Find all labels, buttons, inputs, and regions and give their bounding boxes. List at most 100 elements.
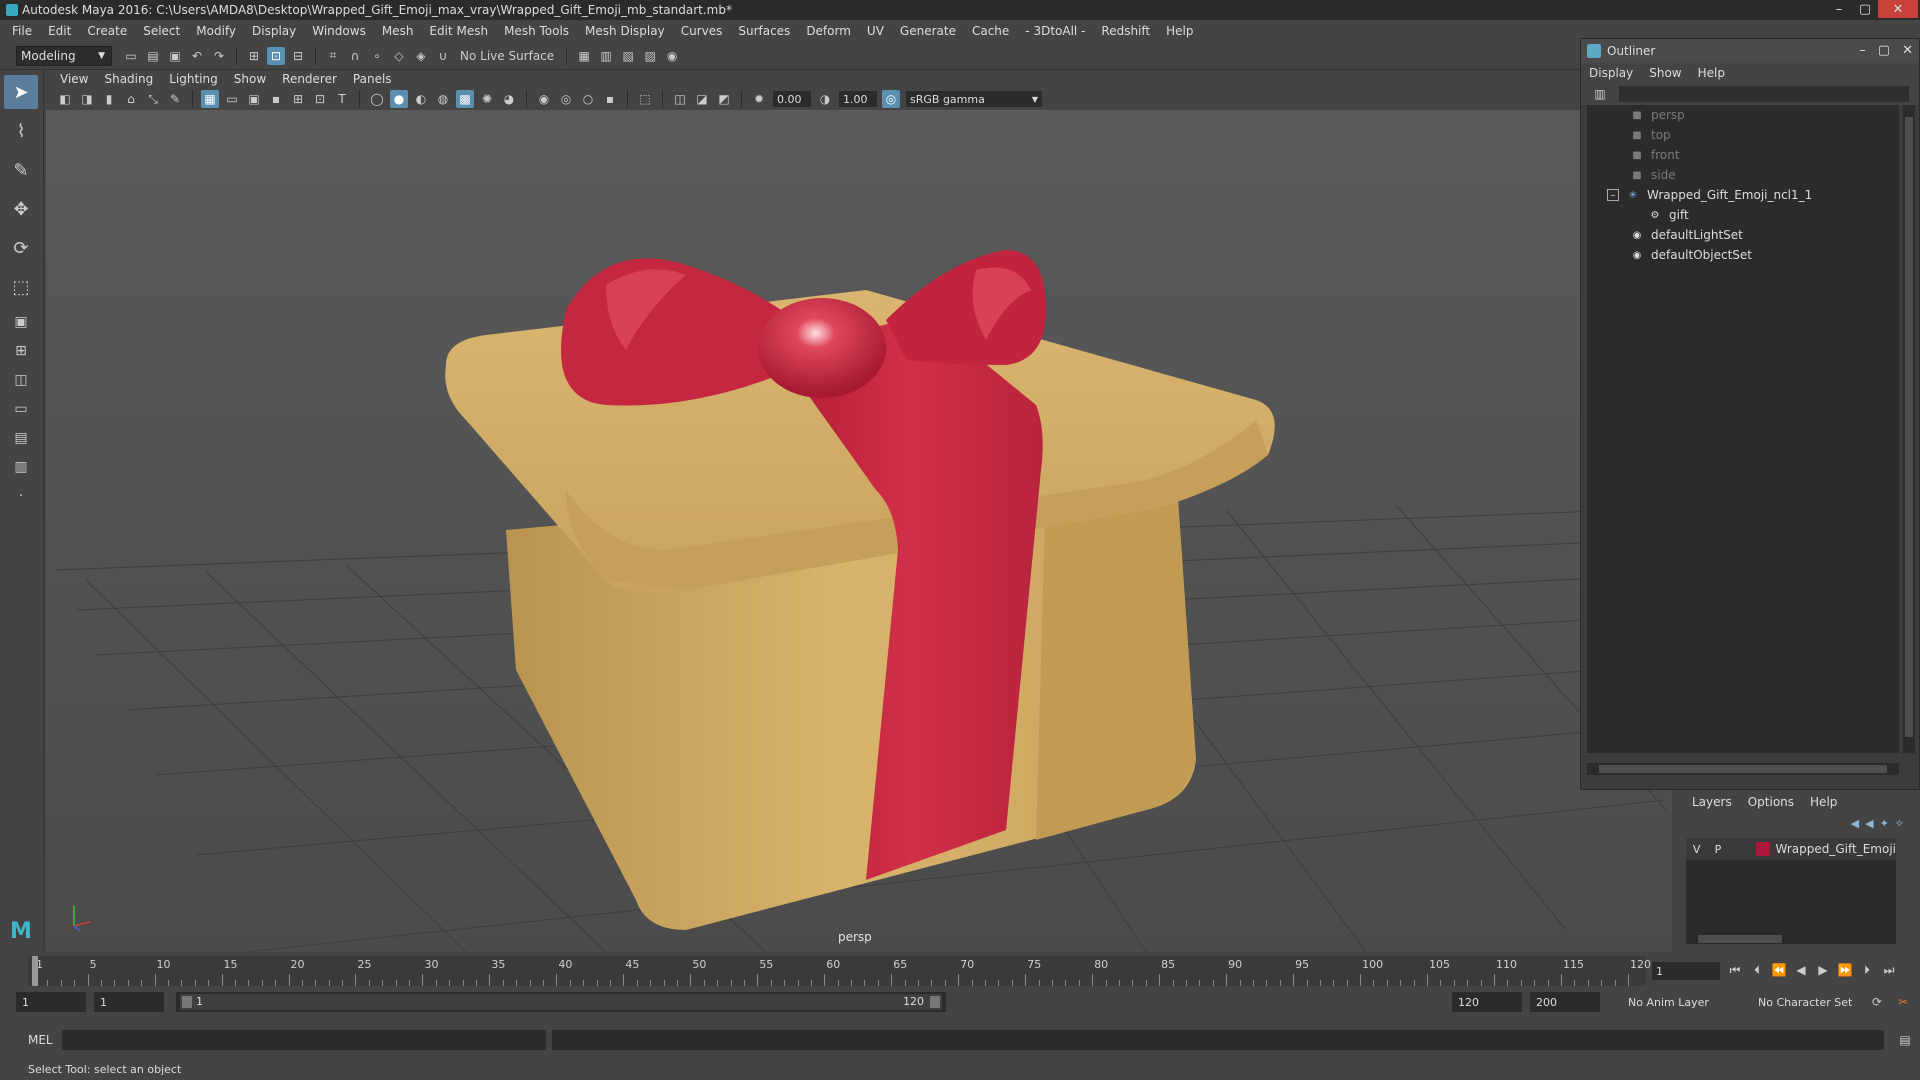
smooth-shade-icon[interactable]: ● [390,90,408,108]
panel-menu-renderer[interactable]: Renderer [274,72,345,86]
select-tool-icon[interactable]: ➤ [4,75,38,109]
xray-joints-icon[interactable]: ◪ [693,90,711,108]
layer-menu-options[interactable]: Options [1748,795,1794,809]
menu-surfaces[interactable]: Surfaces [730,24,798,38]
undo-icon[interactable]: ↶ [188,47,206,65]
playback-start-field[interactable]: 1 [94,992,164,1012]
camera-attributes-icon[interactable]: ◨ [78,90,96,108]
panel-menu-shading[interactable]: Shading [96,72,161,86]
persp-outliner-layout-icon[interactable]: ◫ [4,367,38,393]
snap-curve-icon[interactable]: ∩ [346,47,364,65]
wireframe-on-shaded-icon[interactable]: ◍ [434,90,452,108]
anim-layer-dropdown[interactable]: No Anim Layer [1622,992,1740,1012]
menu-modify[interactable]: Modify [188,24,244,38]
step-forward-frame-icon[interactable]: ⏵ [1858,960,1876,980]
save-scene-icon[interactable]: ▣ [166,47,184,65]
wireframe-icon[interactable]: ◯ [368,90,386,108]
menu-file[interactable]: File [4,24,40,38]
gate-mask-icon[interactable]: ▪ [267,90,285,108]
time-ruler[interactable]: 1 5 10 15 20 25 30 35 40 45 50 55 60 65 70 75 80 85 90 95 10… [28,956,1651,986]
render-settings-icon[interactable]: ▦ [575,47,593,65]
step-back-key-icon[interactable]: ⏪ [1770,960,1788,980]
outliner-list[interactable]: ■ persp ■ top ■ front ■ side – ✳ Wrapped_Gift_… [1587,105,1899,753]
scrollbar-thumb[interactable] [1698,935,1782,943]
snap-view-icon[interactable]: ◇ [390,47,408,65]
outliner-minimize-button[interactable]: – [1859,43,1866,58]
menu-generate[interactable]: Generate [892,24,964,38]
outliner-vertical-scrollbar[interactable] [1903,105,1915,753]
step-forward-key-icon[interactable]: ⏩ [1836,960,1854,980]
shadows-icon[interactable]: ◕ [500,90,518,108]
outliner-menu-help[interactable]: Help [1698,66,1725,80]
menu-help[interactable]: Help [1158,24,1201,38]
layer-playback-toggle[interactable]: P [1707,843,1728,856]
outliner-menu-show[interactable]: Show [1649,66,1681,80]
render-view-icon[interactable]: ▨ [641,47,659,65]
move-layer-up-icon[interactable]: ◀ [1851,817,1859,830]
two-d-pan-icon[interactable]: ⤡ [144,90,162,108]
grease-pencil-icon[interactable]: ✎ [166,90,184,108]
list-item[interactable]: ◉ defaultObjectSet [1587,245,1899,265]
color-management-icon[interactable]: ◎ [882,90,900,108]
menu-create[interactable]: Create [79,24,135,38]
use-all-lights-icon[interactable]: ✺ [478,90,496,108]
exposure-field[interactable]: 0.00 [773,91,811,107]
outliner-search-input[interactable] [1619,86,1909,102]
list-item[interactable]: ■ top [1587,125,1899,145]
list-item[interactable]: ◉ defaultLightSet [1587,225,1899,245]
menu-uv[interactable]: UV [859,24,892,38]
panel-menu-show[interactable]: Show [226,72,274,86]
menu-mesh-display[interactable]: Mesh Display [577,24,673,38]
camera-select-icon[interactable]: ◧ [56,90,74,108]
snap-grid-icon[interactable]: ⌗ [324,47,342,65]
gamma-icon[interactable]: ◑ [816,90,834,108]
playback-end-field[interactable]: 120 [1452,992,1522,1012]
collapse-toolbox-icon[interactable]: · [4,483,38,509]
layer-row[interactable]: V P Wrapped_Gift_Emoji [1686,838,1896,860]
hypershade-icon[interactable]: ◉ [663,47,681,65]
default-material-icon[interactable]: ◐ [412,90,430,108]
go-to-start-icon[interactable]: ⏮ [1726,960,1744,980]
exposure-icon[interactable]: ✹ [750,90,768,108]
menu-set-dropdown[interactable]: Modeling ▼ [16,45,112,66]
resolution-gate-icon[interactable]: ▣ [245,90,263,108]
viewport-scene[interactable] [46,110,1672,952]
menu-mesh[interactable]: Mesh [374,24,422,38]
step-back-frame-icon[interactable]: ⏴ [1748,960,1766,980]
current-time-indicator[interactable] [32,956,38,986]
outliner-menu-display[interactable]: Display [1589,66,1633,80]
play-backwards-icon[interactable]: ◀ [1792,960,1810,980]
snap-surface-icon[interactable]: ◈ [412,47,430,65]
menu-curves[interactable]: Curves [673,24,731,38]
script-language-label[interactable]: MEL [28,1033,53,1047]
select-component-icon[interactable]: ⊟ [289,47,307,65]
field-chart-icon[interactable]: ⊞ [289,90,307,108]
list-item[interactable]: ■ front [1587,145,1899,165]
maximize-button[interactable]: ▢ [1852,0,1878,18]
four-view-layout-icon[interactable]: ⊞ [4,338,38,364]
outliner-title-bar[interactable]: Outliner – ▢ ✕ [1581,39,1919,63]
new-layer-selected-icon[interactable]: ✧ [1895,817,1904,830]
move-layer-down-icon[interactable]: ◀ [1865,817,1873,830]
outliner-maximize-button[interactable]: ▢ [1878,43,1890,58]
layer-visibility-toggle[interactable]: V [1686,843,1707,856]
depth-of-field-icon[interactable]: ▪ [601,90,619,108]
live-surface-field[interactable]: No Live Surface [454,46,560,66]
go-to-end-icon[interactable]: ⏭ [1880,960,1898,980]
hypershade-layout-icon[interactable]: ▤ [4,425,38,451]
layer-scrollbar[interactable] [1686,934,1896,944]
select-hierarchy-icon[interactable]: ⊞ [245,47,263,65]
close-button[interactable]: ✕ [1878,0,1918,18]
menu-select[interactable]: Select [135,24,188,38]
current-frame-field[interactable]: 1 [1652,962,1720,980]
image-plane-icon[interactable]: ⌂ [122,90,140,108]
list-item[interactable]: ⚙ gift [1587,205,1899,225]
play-forwards-icon[interactable]: ▶ [1814,960,1832,980]
rotate-tool-icon[interactable]: ⟳ [4,231,38,265]
paint-select-tool-icon[interactable]: ✎ [4,153,38,187]
menu-display[interactable]: Display [244,24,304,38]
layer-menu-layers[interactable]: Layers [1692,795,1732,809]
scrollbar-thumb[interactable] [1599,765,1887,773]
range-end-handle[interactable] [930,996,940,1008]
layer-list[interactable]: V P Wrapped_Gift_Emoji [1686,838,1896,934]
